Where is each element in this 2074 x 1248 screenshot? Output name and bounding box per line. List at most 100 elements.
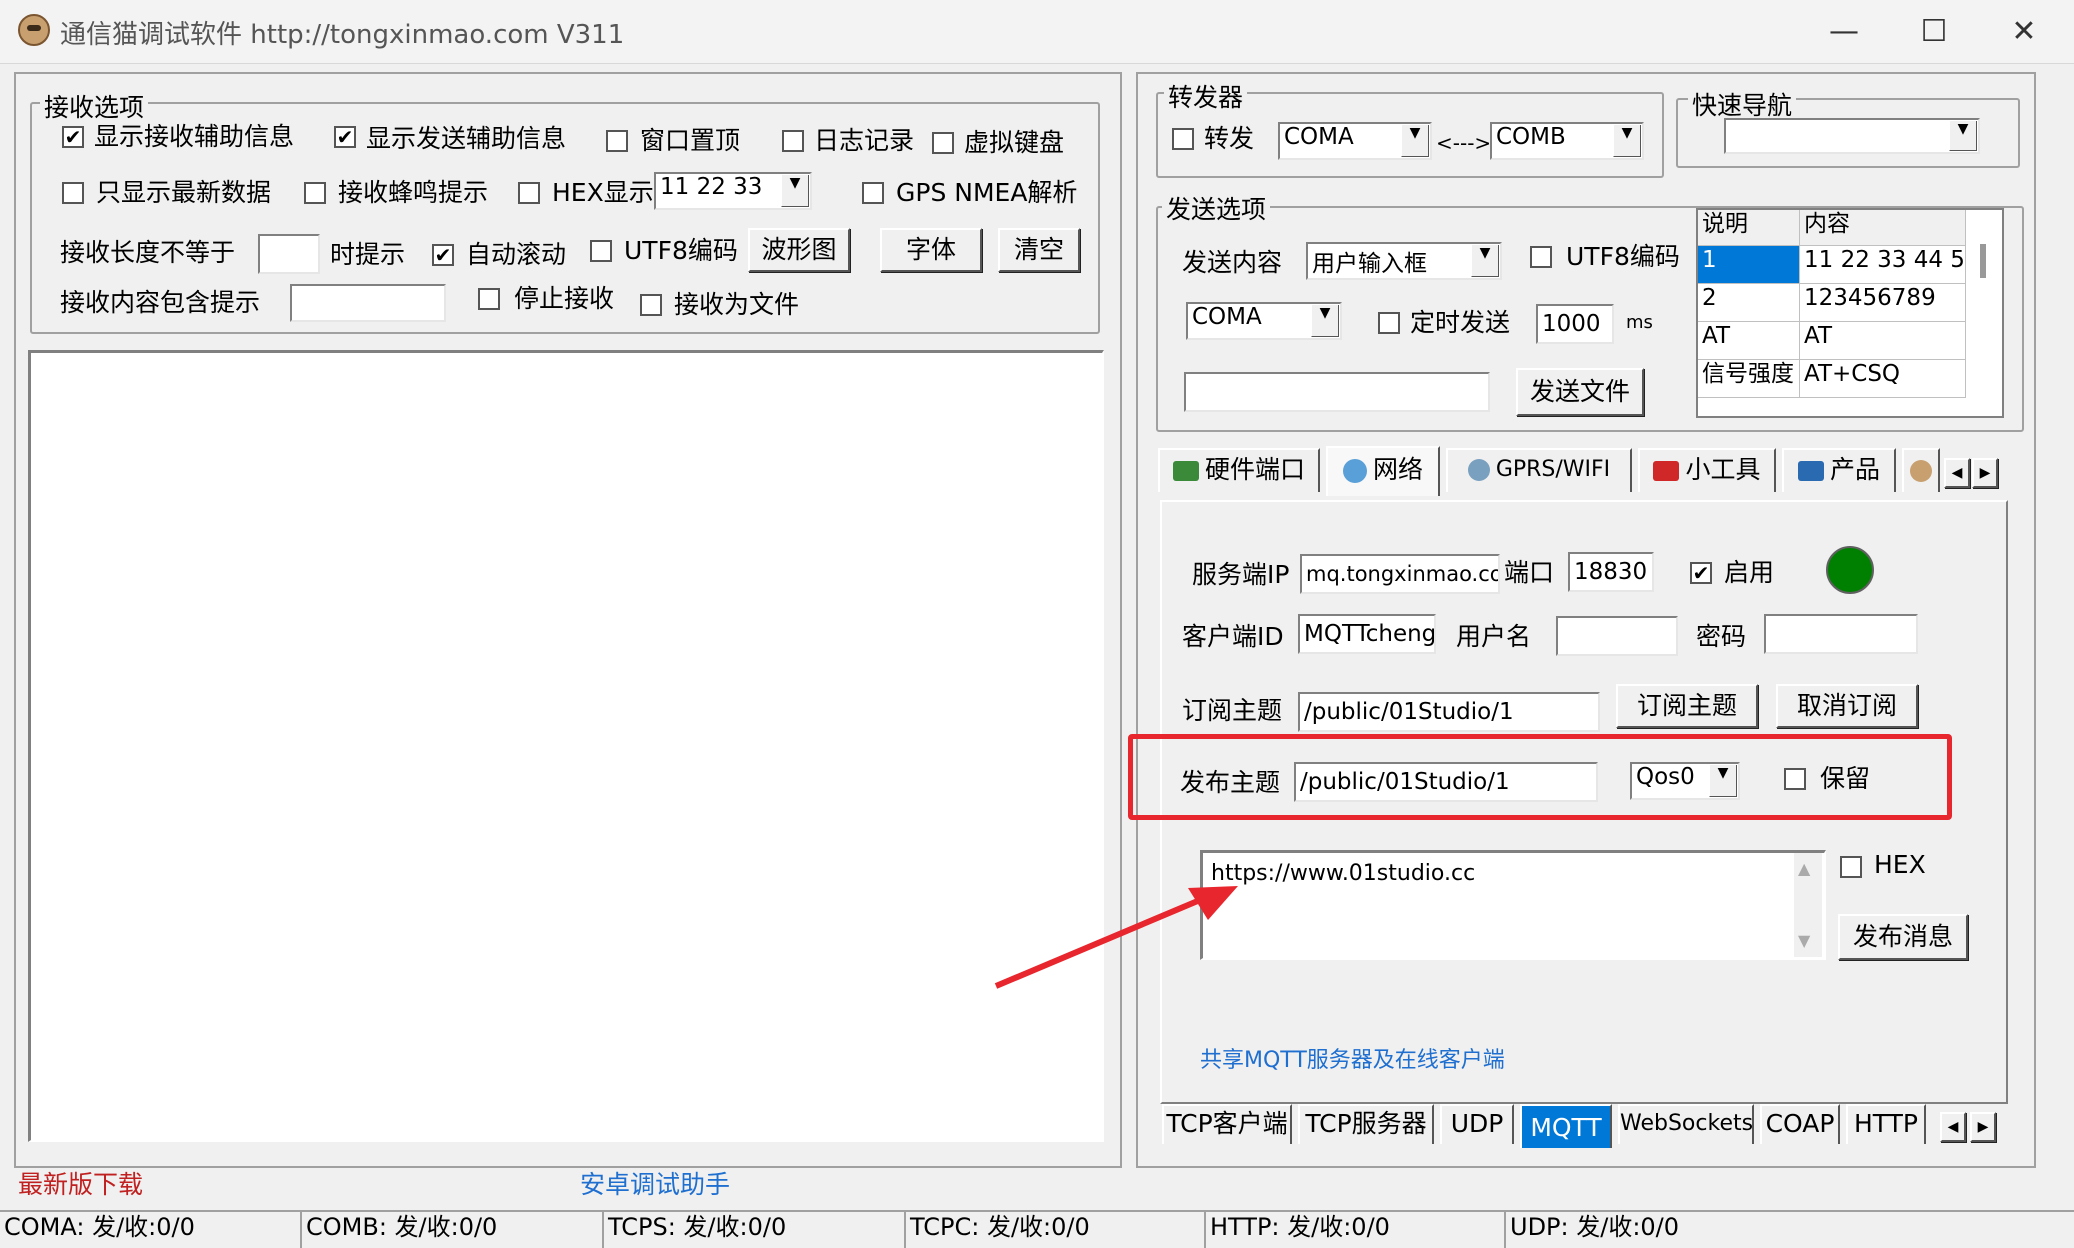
content-contains-input[interactable] (290, 284, 446, 322)
tab-network[interactable]: 网络 (1326, 446, 1440, 496)
subscribe-topic-input[interactable]: /public/01Studio/1 (1298, 692, 1600, 732)
client-id-input[interactable]: MQTTcheng (1298, 614, 1436, 654)
shared-mqtt-link[interactable]: 共享MQTT服务器及在线客户端 (1200, 1046, 1505, 1076)
enable-checkbox[interactable]: ✔ (1690, 562, 1712, 584)
tab-udp[interactable]: UDP (1440, 1104, 1514, 1144)
port-label: 端口 (1504, 558, 1555, 587)
unsubscribe-button[interactable]: 取消订阅 (1776, 684, 1918, 728)
chevron-down-icon[interactable]: ▼ (1613, 125, 1641, 157)
table-row-4-desc[interactable]: 信号强度 (1698, 360, 1800, 398)
auto-scroll-checkbox[interactable]: ✔ (432, 244, 454, 266)
font-button[interactable]: 字体 (880, 228, 982, 272)
android-assistant-link[interactable]: 安卓调试助手 (580, 1170, 730, 1200)
interval-input[interactable]: 1000 (1536, 304, 1614, 344)
waveform-button[interactable]: 波形图 (748, 228, 850, 272)
close-button[interactable]: ✕ (1994, 10, 2054, 54)
length-input[interactable] (258, 234, 320, 274)
table-row-3-desc[interactable]: AT (1698, 322, 1800, 360)
receive-text-area[interactable] (28, 350, 1104, 1142)
minimize-button[interactable]: — (1814, 10, 1874, 54)
tab-http[interactable]: HTTP (1846, 1104, 1926, 1144)
globe-icon (1467, 459, 1490, 481)
latest-only-checkbox[interactable] (62, 182, 84, 204)
tab-tcp-client[interactable]: TCP客户端 (1162, 1104, 1292, 1144)
log-checkbox[interactable] (782, 130, 804, 152)
tab-more[interactable] (1902, 448, 1940, 492)
show-send-info-checkbox[interactable]: ✔ (334, 126, 356, 148)
tabs-scroll-left-button[interactable]: ◀ (1944, 458, 1970, 488)
show-recv-info-checkbox[interactable]: ✔ (62, 126, 84, 148)
hex-publish-label: HEX (1874, 850, 1926, 879)
chevron-down-icon[interactable]: ▼ (781, 175, 809, 207)
forward-checkbox[interactable] (1172, 128, 1194, 150)
window-title: 通信猫调试软件 http://tongxinmao.com V311 (60, 20, 625, 50)
scroll-down-icon[interactable]: ▼ (1798, 931, 1810, 950)
virtual-keyboard-checkbox[interactable] (932, 132, 954, 154)
retain-checkbox[interactable] (1784, 768, 1806, 790)
chevron-down-icon[interactable]: ▼ (1311, 305, 1339, 337)
table-header-content[interactable]: 内容 (1800, 210, 1966, 246)
clear-button[interactable]: 清空 (998, 228, 1080, 272)
qos-combo[interactable]: Qos0 ▼ (1630, 762, 1740, 800)
chevron-down-icon[interactable]: ▼ (1709, 765, 1737, 797)
server-ip-input[interactable]: mq.tongxinmao.com (1300, 554, 1500, 594)
publish-topic-input[interactable]: /public/01Studio/1 (1294, 762, 1598, 802)
hex-format-combo[interactable]: 11 22 33 ▼ (654, 172, 812, 210)
table-row-4-content[interactable]: AT+CSQ (1800, 360, 1966, 398)
hardware-port-icon (1172, 461, 1199, 481)
tab-tools[interactable]: 小工具 (1638, 448, 1776, 492)
maximize-button[interactable]: ☐ (1904, 10, 1964, 54)
tab-products[interactable]: 产品 (1782, 448, 1896, 492)
stop-receive-checkbox[interactable] (478, 288, 500, 310)
message-scrollbar[interactable]: ▲ ▼ (1794, 853, 1822, 957)
bottom-tabs-scroll-right-button[interactable]: ▶ (1970, 1112, 1996, 1142)
hex-publish-checkbox[interactable] (1840, 856, 1862, 878)
buzzer-checkbox[interactable] (304, 182, 326, 204)
latest-download-link[interactable]: 最新版下载 (18, 1170, 143, 1200)
buzzer-label: 接收蜂鸣提示 (338, 178, 489, 207)
tab-mqtt[interactable]: MQTT (1520, 1104, 1612, 1148)
chevron-down-icon[interactable]: ▼ (1949, 121, 1977, 151)
window-top-checkbox[interactable] (606, 130, 628, 152)
tabs-scroll-right-button[interactable]: ▶ (1972, 458, 1998, 488)
tab-hardware-port-label: 硬件端口 (1204, 455, 1305, 484)
publish-message-textarea[interactable]: https://www.01studio.cc (1200, 850, 1826, 960)
chevron-down-icon[interactable]: ▼ (1401, 125, 1429, 157)
scroll-up-icon[interactable]: ▲ (1798, 859, 1810, 878)
username-input[interactable] (1556, 616, 1678, 656)
client-id-label: 客户端ID (1182, 622, 1284, 651)
utf8-recv-checkbox[interactable] (590, 240, 612, 262)
tab-coap[interactable]: COAP (1760, 1104, 1840, 1144)
chevron-down-icon[interactable]: ▼ (1471, 245, 1499, 277)
tab-websockets[interactable]: WebSockets (1618, 1104, 1754, 1144)
hex-display-checkbox[interactable] (518, 182, 540, 204)
bottom-tabs-scroll-left-button[interactable]: ◀ (1940, 1112, 1966, 1142)
quick-nav-combo[interactable]: ▼ (1724, 118, 1980, 154)
forward-target-combo[interactable]: COMB ▼ (1490, 122, 1644, 160)
connection-status-indicator (1826, 546, 1874, 594)
publish-button[interactable]: 发布消息 (1838, 914, 1968, 960)
table-row-3-content[interactable]: AT (1800, 322, 1966, 360)
send-input[interactable] (1184, 372, 1490, 412)
table-scrollbar[interactable] (1980, 244, 1986, 278)
table-row-1-content[interactable]: 11 22 33 44 55 (1800, 246, 1966, 284)
tab-hardware-port[interactable]: 硬件端口 (1158, 448, 1320, 492)
table-row-2-content[interactable]: 123456789 (1800, 284, 1966, 322)
port-input[interactable]: 18830 (1568, 552, 1654, 592)
tab-tcp-server[interactable]: TCP服务器 (1298, 1104, 1434, 1144)
table-row-1-desc[interactable]: 1 (1698, 246, 1800, 284)
timed-send-label: 定时发送 (1410, 308, 1511, 337)
table-header-desc[interactable]: 说明 (1698, 210, 1800, 246)
gps-checkbox[interactable] (862, 182, 884, 204)
subscribe-button[interactable]: 订阅主题 (1616, 684, 1758, 728)
forward-source-combo[interactable]: COMA ▼ (1278, 122, 1432, 160)
send-content-combo[interactable]: 用户输入框 ▼ (1306, 242, 1502, 280)
table-row-2-desc[interactable]: 2 (1698, 284, 1800, 322)
timed-send-checkbox[interactable] (1378, 312, 1400, 334)
tab-gprs-wifi[interactable]: GPRS/WIFI (1446, 448, 1632, 492)
send-file-button[interactable]: 发送文件 (1516, 368, 1644, 416)
receive-to-file-checkbox[interactable] (640, 294, 662, 316)
send-port-combo[interactable]: COMA ▼ (1186, 302, 1342, 340)
utf8-send-checkbox[interactable] (1530, 246, 1552, 268)
password-input[interactable] (1764, 614, 1918, 654)
